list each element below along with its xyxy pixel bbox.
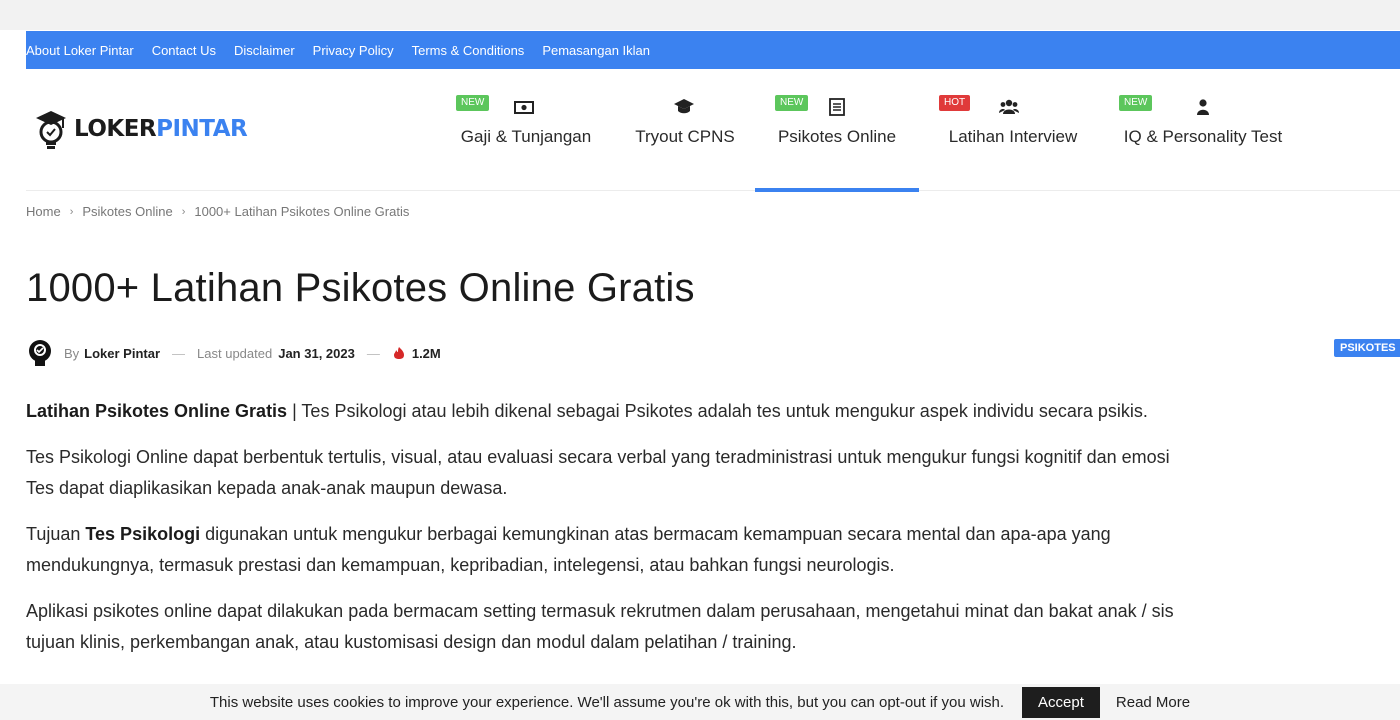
active-nav-indicator (755, 188, 919, 192)
last-updated-label: Last updated (197, 345, 273, 361)
breadcrumb-current: 1000+ Latihan Psikotes Online Gratis (194, 204, 410, 219)
paragraph-3-line-1: digunakan untuk mengukur berbagai kemung… (200, 524, 1111, 544)
paragraph-2-line-1: Tes Psikologi Online dapat berbentuk ter… (26, 447, 1170, 467)
money-icon (514, 101, 534, 114)
nav-badge-new: NEW (456, 95, 490, 111)
paragraph-3-line-2: mendukungnya, termasuk prestasi dan kema… (26, 555, 895, 575)
users-icon (999, 99, 1019, 114)
nav-badge-hot: HOT (939, 95, 971, 111)
author-avatar-icon[interactable] (26, 339, 54, 367)
paragraph-1-text: | Tes Psikologi atau lebih dikenal sebag… (287, 401, 1148, 421)
cookie-banner: This website uses cookies to improve you… (0, 684, 1400, 720)
graduate-lightbulb-icon (36, 111, 66, 149)
logo-text: LOKERPINTAR (74, 116, 248, 142)
fire-icon (393, 347, 404, 359)
meta-separator: — (366, 345, 380, 361)
by-label: By (64, 345, 80, 361)
logo-text-part1: LOKER (74, 116, 157, 142)
site-logo[interactable]: LOKERPINTAR (32, 106, 248, 152)
article-meta: By Loker Pintar — Last updated Jan 31, 2… (26, 338, 441, 368)
link-disclaimer[interactable]: Disclaimer (234, 43, 295, 58)
nav-interview[interactable]: HOT Latihan Interview (931, 70, 1095, 190)
site-header: LOKERPINTAR NEW Gaji & Tunjangan Tryout … (26, 70, 1400, 192)
view-count: 1.2M (411, 345, 441, 361)
breadcrumb-category[interactable]: Psikotes Online (82, 204, 172, 219)
author-name[interactable]: Loker Pintar (84, 346, 160, 361)
page-title: 1000+ Latihan Psikotes Online Gratis (26, 266, 695, 310)
paragraph-1: Latihan Psikotes Online Gratis | Tes Psi… (26, 396, 1400, 427)
nav-label: Psikotes Online (777, 127, 897, 146)
nav-label: Latihan Interview (948, 127, 1078, 146)
chevron-right-icon: › (181, 205, 186, 218)
link-about[interactable]: About Loker Pintar (26, 43, 134, 58)
browser-top-strip (0, 0, 1400, 30)
user-icon (1197, 99, 1209, 115)
nav-tryout[interactable]: Tryout CPNS (626, 70, 744, 190)
paragraph-3: Tujuan Tes Psikologi digunakan untuk men… (26, 519, 1400, 581)
nav-iq-test[interactable]: NEW IQ & Personality Test (1113, 70, 1293, 190)
nav-gaji[interactable]: NEW Gaji & Tunjangan (446, 70, 606, 190)
paragraph-4-line-2: tujuan klinis, perkembangan anak, atau k… (26, 632, 797, 652)
link-terms[interactable]: Terms & Conditions (412, 43, 525, 58)
breadcrumb-home[interactable]: Home (26, 204, 61, 219)
paragraph-4: Aplikasi psikotes online dapat dilakukan… (26, 596, 1400, 658)
meta-separator: — (172, 345, 186, 361)
nav-badge-new: NEW (1119, 95, 1153, 111)
accept-cookies-button[interactable]: Accept (1022, 686, 1100, 718)
list-icon (829, 98, 845, 116)
nav-psikotes[interactable]: NEW Psikotes Online (755, 70, 919, 192)
link-advertise[interactable]: Pemasangan Iklan (542, 43, 650, 58)
article-body: Latihan Psikotes Online Gratis | Tes Psi… (26, 396, 1400, 673)
read-more-link[interactable]: Read More (1116, 694, 1190, 711)
nav-label: Gaji & Tunjangan (460, 127, 592, 146)
category-badge[interactable]: PSIKOTES (1334, 339, 1400, 357)
paragraph-3-prefix: Tujuan (26, 524, 86, 544)
link-privacy[interactable]: Privacy Policy (313, 43, 394, 58)
last-updated-date: Jan 31, 2023 (278, 345, 355, 361)
paragraph-2: Tes Psikologi Online dapat berbentuk ter… (26, 442, 1400, 504)
breadcrumb: Home › Psikotes Online › 1000+ Latihan P… (26, 204, 409, 219)
paragraph-2-line-2: Tes dapat diaplikasikan kepada anak-anak… (26, 478, 508, 498)
paragraph-3-bold: Tes Psikologi (85, 524, 201, 544)
graduation-cap-icon (674, 99, 694, 114)
top-links-bar: About Loker Pintar Contact Us Disclaimer… (26, 31, 1400, 69)
link-contact[interactable]: Contact Us (152, 43, 216, 58)
logo-text-part2: PINTAR (156, 116, 248, 142)
nav-label: IQ & Personality Test (1123, 127, 1283, 146)
paragraph-4-line-1: Aplikasi psikotes online dapat dilakukan… (26, 601, 1174, 621)
paragraph-1-bold: Latihan Psikotes Online Gratis (26, 401, 288, 421)
cookie-message: This website uses cookies to improve you… (209, 693, 1005, 711)
nav-label: Tryout CPNS (635, 127, 735, 146)
chevron-right-icon: › (69, 205, 74, 218)
nav-badge-new: NEW (775, 95, 809, 111)
